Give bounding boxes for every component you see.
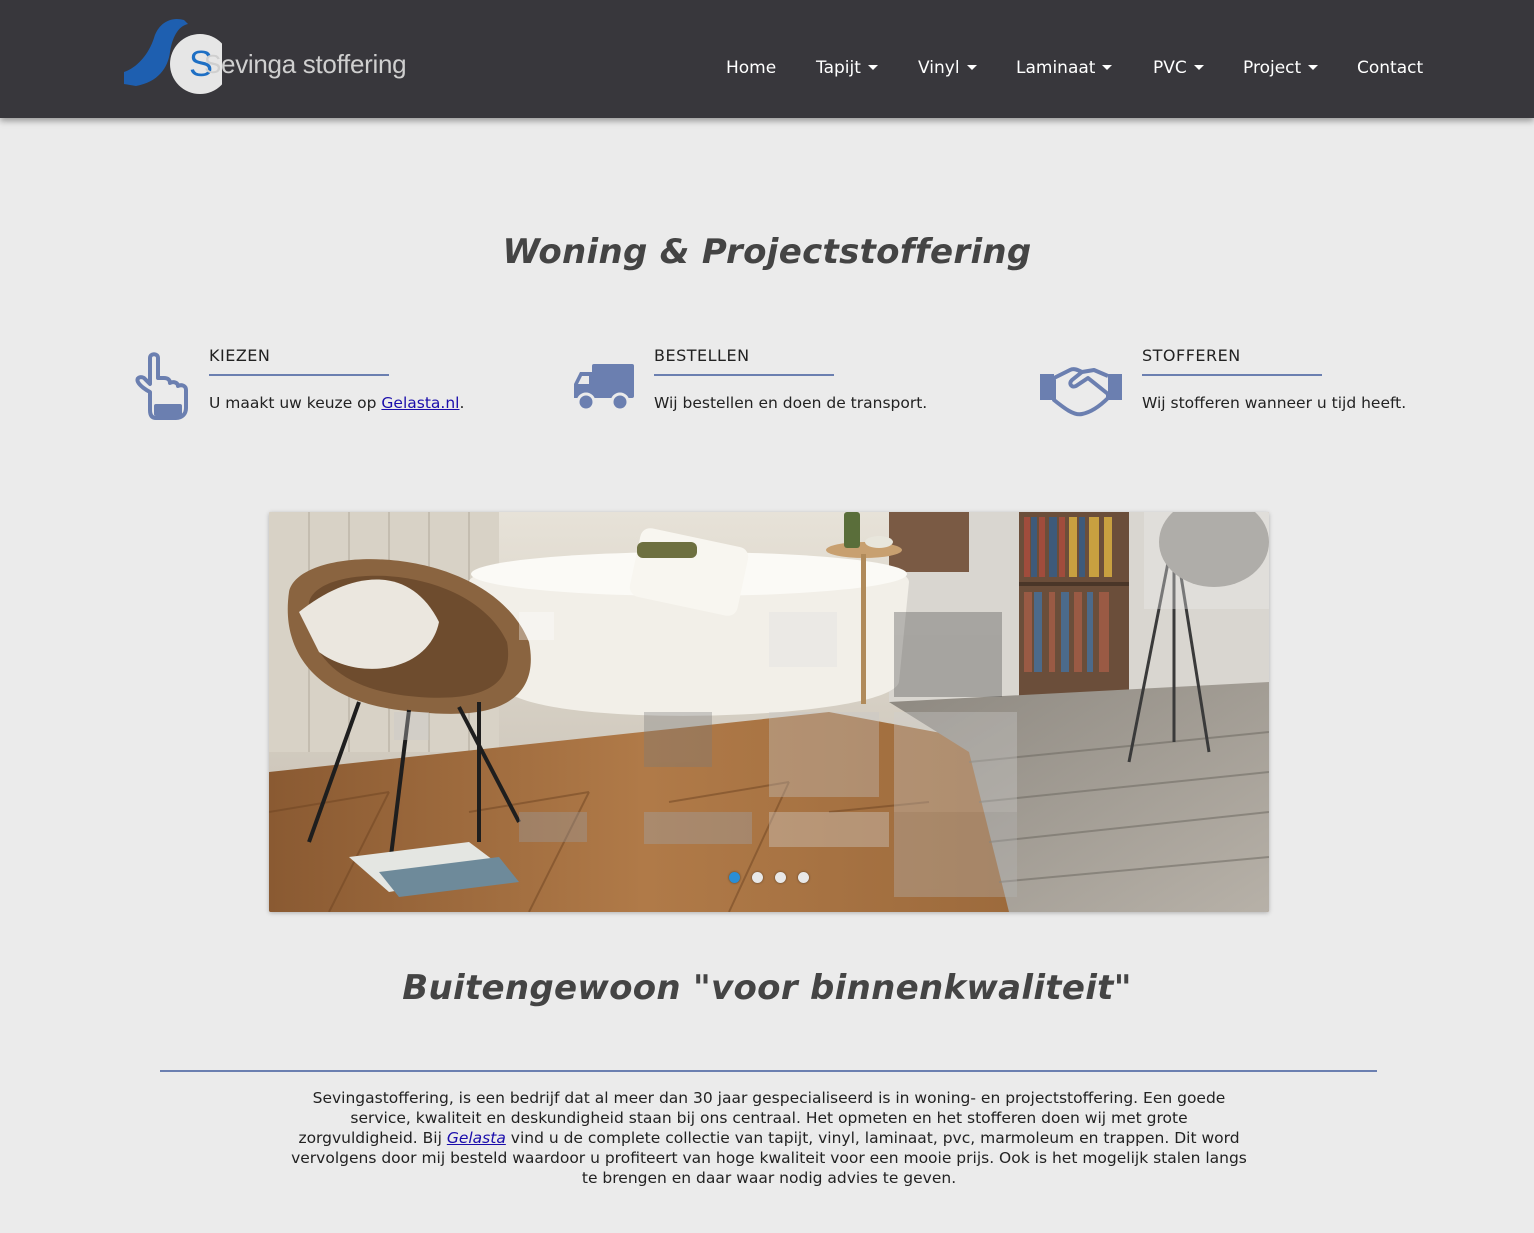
feature-text: Wij stofferen wanneer u tijd heeft. [1142, 394, 1407, 412]
nav-tapijt[interactable]: Tapijt [816, 58, 878, 78]
slider-pagination [269, 868, 1269, 887]
slider-dot[interactable] [729, 872, 740, 883]
caret-down-icon [966, 65, 977, 70]
hand-pointer-icon [135, 352, 188, 420]
gelasta-link[interactable]: Gelasta [447, 1129, 506, 1147]
nav-label: Project [1243, 58, 1302, 78]
nav-project[interactable]: Project [1243, 58, 1319, 78]
slogan-heading: Buitengewoon "voor binnenkwaliteit" [402, 968, 1132, 1008]
section-divider [160, 1070, 1377, 1072]
about-paragraph: Sevingastoffering, is een bedrijf dat al… [290, 1088, 1248, 1188]
site-logo[interactable]: S Sevinga stoffering [122, 16, 422, 96]
caret-down-icon [867, 65, 878, 70]
feature-title: KIEZEN [209, 346, 271, 365]
nav-label: Tapijt [816, 58, 861, 78]
feature-text: Wij bestellen en doen de transport. [654, 394, 928, 412]
feature-title: BESTELLEN [654, 346, 750, 365]
feature-text: U maakt uw keuze op Gelasta.nl. [209, 394, 464, 412]
image-slider[interactable] [269, 512, 1269, 912]
nav-contact[interactable]: Contact [1357, 58, 1423, 78]
feature-text-part: . [459, 394, 465, 412]
slider-dot[interactable] [775, 872, 786, 883]
nav-home[interactable]: Home [726, 58, 776, 78]
main-nav: Home Tapijt Vinyl Laminaat PVC Project C… [0, 58, 1534, 84]
feature-underline [209, 374, 389, 376]
truck-icon [574, 364, 634, 412]
caret-down-icon [1308, 65, 1319, 70]
feature-underline [1142, 374, 1322, 376]
nav-laminaat[interactable]: Laminaat [1016, 58, 1113, 78]
nav-label: Vinyl [918, 58, 960, 78]
feature-text-part: U maakt uw keuze op [209, 394, 382, 412]
slide-image [269, 512, 1269, 912]
site-header: S Sevinga stoffering Home Tapijt Vinyl L… [0, 0, 1534, 118]
nav-pvc[interactable]: PVC [1153, 58, 1204, 78]
nav-label: Laminaat [1016, 58, 1096, 78]
nav-label: Contact [1357, 58, 1424, 78]
slider-dot[interactable] [752, 872, 763, 883]
feature-title: STOFFEREN [1142, 346, 1241, 365]
caret-down-icon [1102, 65, 1113, 70]
nav-label: PVC [1153, 58, 1187, 78]
page-title: Woning & Projectstoffering [502, 232, 1032, 272]
slider-dot[interactable] [798, 872, 809, 883]
nav-vinyl[interactable]: Vinyl [918, 58, 977, 78]
feature-underline [654, 374, 834, 376]
nav-label: Home [726, 58, 777, 78]
caret-down-icon [1193, 65, 1204, 70]
handshake-icon [1040, 367, 1122, 417]
gelasta-link[interactable]: Gelasta.nl [381, 394, 459, 412]
